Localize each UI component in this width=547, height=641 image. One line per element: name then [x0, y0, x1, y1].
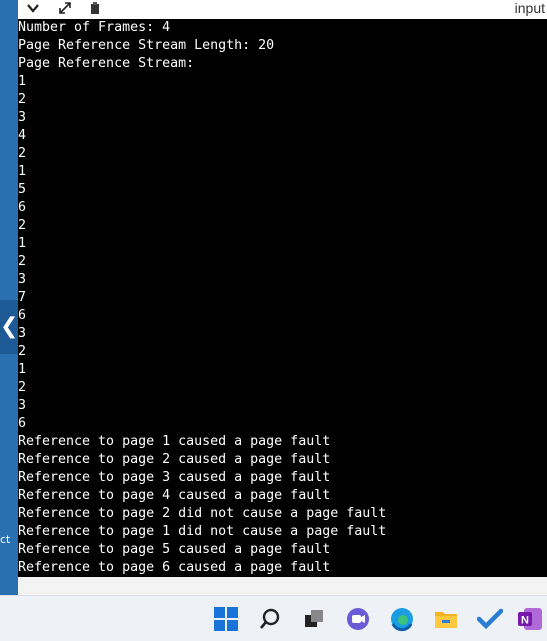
- chevron-down-icon[interactable]: [26, 1, 40, 18]
- console-line: Reference to page 3 caused a page fault: [18, 470, 331, 485]
- console-line: 3: [18, 398, 27, 413]
- background-app-strip: ❮ ct: [0, 0, 18, 595]
- console-line: Reference to page 2 caused a page fault: [18, 452, 331, 467]
- screen: ❮ ct input Number of Frames: 4 Page Refer…: [0, 0, 547, 641]
- clipboard-icon[interactable]: [88, 1, 102, 18]
- console-line: 2: [18, 92, 27, 107]
- console-output[interactable]: Number of Frames: 4 Page Reference Stream…: [18, 19, 547, 577]
- console-line: Number of Frames: 4: [18, 20, 171, 35]
- console-line: Page Reference Stream:: [18, 56, 195, 71]
- console-line: 1: [18, 164, 27, 179]
- console-status-gap: [18, 577, 547, 595]
- todo-icon[interactable]: [476, 605, 504, 633]
- console-line: Reference to page 5 caused a page fault: [18, 542, 331, 557]
- console-line: 2: [18, 380, 27, 395]
- console-line: 6: [18, 416, 27, 431]
- background-app-text: ct: [0, 533, 11, 546]
- console-line: 2: [18, 146, 27, 161]
- console-line: Reference to page 1 caused a page fault: [18, 434, 331, 449]
- windows-start-icon[interactable]: [212, 605, 240, 633]
- console-line: 3: [18, 110, 27, 125]
- console-line: Reference to page 2 did not cause a page…: [18, 506, 387, 521]
- console-line: 1: [18, 74, 27, 89]
- console-line: 2: [18, 218, 27, 233]
- console-line: 2: [18, 344, 27, 359]
- window-title: input: [514, 0, 545, 16]
- console-line: Page Reference Stream Length: 20: [18, 38, 275, 53]
- taskbar: N: [0, 595, 547, 641]
- console-line: 6: [18, 308, 27, 323]
- console-line: 1: [18, 236, 27, 251]
- console-line: 5: [18, 182, 27, 197]
- chat-icon[interactable]: [344, 605, 372, 633]
- console-line: 2: [18, 254, 27, 269]
- search-icon[interactable]: [256, 605, 284, 633]
- console-line: 4: [18, 128, 27, 143]
- console-toolbar: input: [18, 0, 547, 19]
- onenote-letter: N: [521, 615, 529, 627]
- console-line: Reference to page 6 caused a page fault: [18, 560, 331, 575]
- edge-browser-icon[interactable]: [388, 605, 416, 633]
- expand-icon[interactable]: [58, 1, 72, 18]
- console-line: Reference to page 4 caused a page fault: [18, 488, 331, 503]
- task-view-icon[interactable]: [300, 605, 328, 633]
- console-line: 1: [18, 362, 27, 377]
- file-explorer-icon[interactable]: [432, 605, 460, 633]
- chevron-left-icon[interactable]: ❮: [0, 300, 18, 354]
- console-line: 6: [18, 200, 27, 215]
- console-line: Reference to page 1 did not cause a page…: [18, 524, 387, 539]
- onenote-icon[interactable]: N: [516, 605, 544, 633]
- console-line: 3: [18, 272, 27, 287]
- console-line: 3: [18, 326, 27, 341]
- console-line: 7: [18, 290, 27, 305]
